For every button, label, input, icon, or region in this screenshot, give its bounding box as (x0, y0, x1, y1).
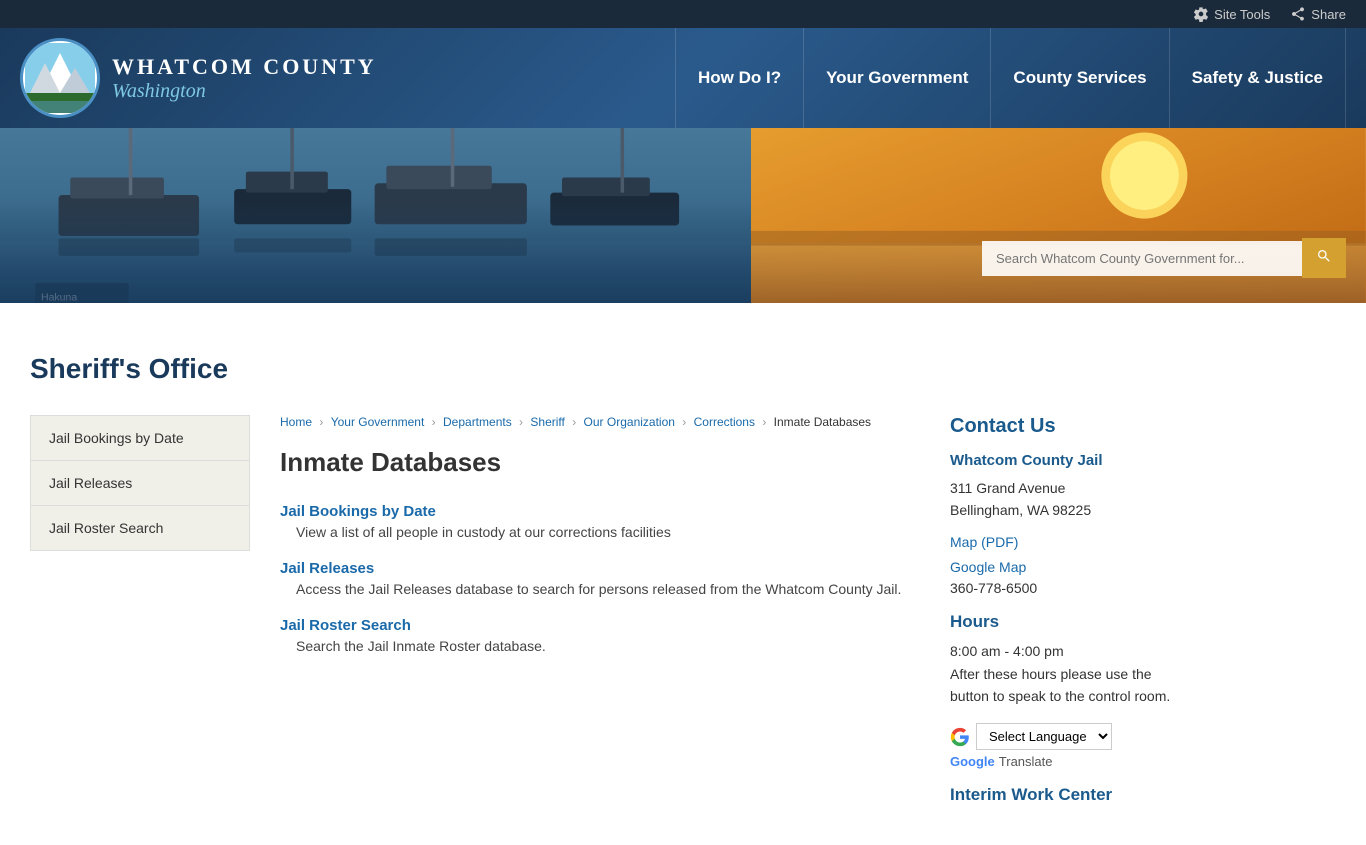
hero-curve (0, 303, 1366, 333)
article-area: Home › Your Government › Departments › S… (280, 415, 920, 805)
contact-phone: 360-778-6500 (950, 580, 1180, 596)
db-section-releases: Jail Releases Access the Jail Releases d… (280, 560, 920, 597)
breadcrumb-departments[interactable]: Departments (443, 415, 512, 429)
google-translate-credit: Google Translate (950, 754, 1180, 769)
sidebar: Jail Bookings by Date Jail Releases Jail… (30, 415, 250, 551)
share-label: Share (1311, 7, 1346, 22)
hours-title: Hours (950, 612, 1180, 632)
search-overlay (982, 238, 1346, 278)
svg-text:Hakuna: Hakuna (41, 291, 77, 303)
nav-county-services[interactable]: County Services (991, 28, 1169, 128)
breadcrumb-sep-5: › (682, 415, 689, 429)
breadcrumb-sheriff[interactable]: Sheriff (530, 415, 564, 429)
article-title: Inmate Databases (280, 447, 920, 478)
sidebar-item-jail-releases[interactable]: Jail Releases (31, 461, 249, 506)
google-label: Google (950, 754, 995, 769)
lang-row: Select Language (950, 723, 1180, 750)
jail-bookings-link[interactable]: Jail Bookings by Date (280, 503, 920, 520)
jail-releases-desc: Access the Jail Releases database to sea… (280, 581, 920, 597)
hero-boats: Hakuna (0, 128, 820, 303)
nav-safety-justice[interactable]: Safety & Justice (1170, 28, 1346, 128)
search-input[interactable] (982, 241, 1302, 276)
breadcrumb-our-org[interactable]: Our Organization (584, 415, 675, 429)
site-tools-button[interactable]: Site Tools (1193, 6, 1270, 22)
logo-circle (20, 38, 100, 118)
breadcrumb-sep-2: › (432, 415, 439, 429)
site-tools-label: Site Tools (1214, 7, 1270, 22)
nav-your-government[interactable]: Your Government (804, 28, 991, 128)
language-selector-container: Select Language Google Translate (950, 723, 1180, 769)
jail-roster-link[interactable]: Jail Roster Search (280, 617, 920, 634)
jail-releases-link[interactable]: Jail Releases (280, 560, 920, 577)
breadcrumb-home[interactable]: Home (280, 415, 312, 429)
db-section-bookings: Jail Bookings by Date View a list of all… (280, 503, 920, 540)
breadcrumb-corrections[interactable]: Corrections (694, 415, 755, 429)
logo-text: WHATCOM COUNTY Washington (112, 54, 377, 103)
language-select[interactable]: Select Language (976, 723, 1112, 750)
interim-title: Interim Work Center (950, 785, 1180, 805)
jail-roster-desc: Search the Jail Inmate Roster database. (280, 638, 920, 654)
jail-bookings-desc: View a list of all people in custody at … (280, 524, 920, 540)
map-pdf-link[interactable]: Map (PDF) (950, 530, 1180, 555)
breadcrumb-sep-6: › (762, 415, 769, 429)
breadcrumb: Home › Your Government › Departments › S… (280, 415, 920, 429)
hero-banner: Hakuna (0, 128, 1366, 303)
breadcrumb-sep-3: › (519, 415, 526, 429)
contact-address: 311 Grand Avenue Bellingham, WA 98225 (950, 477, 1180, 522)
logo-area[interactable]: WHATCOM COUNTY Washington (20, 38, 377, 118)
google-icon (950, 727, 970, 747)
share-button[interactable]: Share (1290, 6, 1346, 22)
address-line1: 311 Grand Avenue (950, 480, 1065, 496)
breadcrumb-current: Inmate Databases (774, 415, 871, 429)
contact-sidebar: Contact Us Whatcom County Jail 311 Grand… (950, 415, 1180, 805)
page-title: Sheriff's Office (30, 353, 1336, 390)
hours-text: 8:00 am - 4:00 pm After these hours plea… (950, 640, 1180, 707)
site-header: WHATCOM COUNTY Washington How Do I? Your… (0, 28, 1366, 128)
top-bar: Site Tools Share (0, 0, 1366, 28)
address-line2: Bellingham, WA 98225 (950, 502, 1091, 518)
sidebar-item-jail-roster[interactable]: Jail Roster Search (31, 506, 249, 550)
search-button[interactable] (1302, 238, 1346, 278)
translate-label: Translate (999, 754, 1053, 769)
google-map-link[interactable]: Google Map (950, 555, 1180, 580)
main-content: Sheriff's Office Jail Bookings by Date J… (0, 333, 1366, 845)
db-section-roster: Jail Roster Search Search the Jail Inmat… (280, 617, 920, 654)
breadcrumb-sep-4: › (572, 415, 579, 429)
breadcrumb-sep-1: › (319, 415, 326, 429)
hours-line1: 8:00 am - 4:00 pm (950, 640, 1180, 662)
breadcrumb-your-gov[interactable]: Your Government (331, 415, 425, 429)
nav-how-do-i[interactable]: How Do I? (675, 28, 804, 128)
contact-org-name: Whatcom County Jail (950, 452, 1180, 469)
content-wrapper: Jail Bookings by Date Jail Releases Jail… (30, 415, 1336, 805)
contact-title: Contact Us (950, 415, 1180, 438)
sidebar-item-jail-bookings[interactable]: Jail Bookings by Date (31, 416, 249, 461)
state-name: Washington (112, 80, 377, 103)
hours-note: After these hours please use the button … (950, 663, 1180, 708)
county-name: WHATCOM COUNTY (112, 54, 377, 80)
main-nav: How Do I? Your Government County Service… (675, 28, 1346, 128)
